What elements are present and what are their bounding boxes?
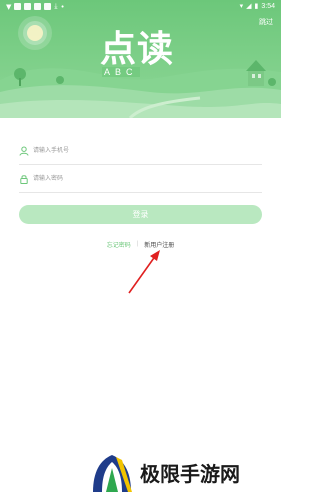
annotation-arrow-icon (128, 250, 160, 294)
watermark-logo-icon (93, 455, 132, 492)
watermark: 极限手游网 (88, 452, 278, 496)
watermark-text: 极限手游网 (140, 462, 240, 486)
